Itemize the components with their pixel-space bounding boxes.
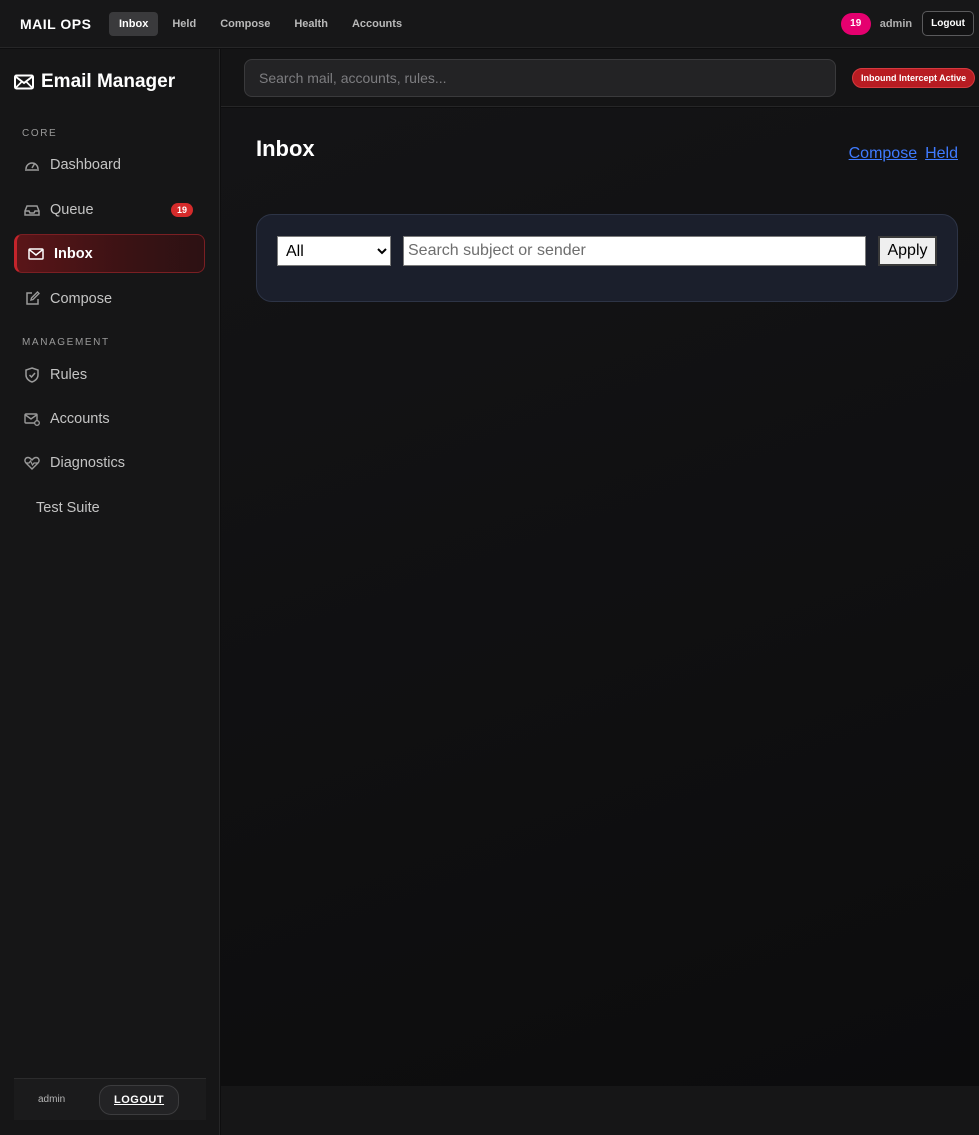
- sidebar-item-label: Compose: [50, 290, 113, 307]
- sidebar-item-label: Accounts: [50, 410, 110, 427]
- top-nav-health[interactable]: Health: [284, 12, 338, 36]
- top-right-controls: 19 admin Logout: [840, 11, 974, 36]
- sidebar-footer: admin LOGOUT: [14, 1078, 206, 1120]
- pencil-square-icon: [24, 291, 40, 307]
- section-core-label: CORE: [22, 128, 58, 139]
- top-nav-inbox[interactable]: Inbox: [109, 11, 159, 36]
- main-content: Inbox Compose Held All Apply: [221, 108, 979, 1086]
- subject-sender-search-input[interactable]: [403, 236, 866, 266]
- top-nav-compose[interactable]: Compose: [210, 12, 280, 36]
- top-nav-held[interactable]: Held: [162, 12, 206, 36]
- sidebar-item-label: Dashboard: [50, 156, 121, 173]
- sidebar-item-label: Queue: [50, 201, 94, 218]
- envelope-icon: [14, 74, 34, 90]
- sidebar-item-label: Inbox: [54, 245, 93, 262]
- envelope-icon: [28, 246, 44, 262]
- top-logout-button[interactable]: Logout: [922, 11, 974, 36]
- held-count-badge[interactable]: 19: [840, 12, 871, 35]
- page-title: Inbox: [256, 136, 315, 161]
- apply-button[interactable]: Apply: [878, 236, 937, 266]
- shield-check-icon: [24, 366, 40, 383]
- sidebar-item-rules[interactable]: Rules: [14, 355, 205, 394]
- sidebar-title-text: Email Manager: [41, 71, 176, 92]
- global-search-input[interactable]: [244, 59, 836, 97]
- top-username: admin: [879, 17, 913, 30]
- sidebar-username: admin: [38, 1094, 66, 1105]
- sidebar: Email Manager CORE Dashboard Queue 19 In…: [0, 49, 220, 1135]
- bottom-strip: [221, 1086, 979, 1135]
- status-filter-select[interactable]: All: [277, 236, 391, 266]
- sidebar-item-dashboard[interactable]: Dashboard: [14, 145, 205, 184]
- filter-card: All Apply: [256, 214, 958, 302]
- inbox-tray-icon: [24, 202, 40, 218]
- intercept-status-badge: Inbound Intercept Active: [852, 68, 976, 88]
- sidebar-item-label: Rules: [50, 366, 88, 383]
- sidebar-item-compose[interactable]: Compose: [14, 279, 205, 318]
- speedometer-icon: [24, 157, 40, 173]
- sidebar-item-accounts[interactable]: Accounts: [14, 399, 205, 438]
- heart-pulse-icon: [24, 455, 40, 471]
- sidebar-item-test-suite[interactable]: Test Suite: [14, 488, 205, 527]
- top-nav-accounts[interactable]: Accounts: [342, 12, 412, 36]
- sidebar-item-label: Test Suite: [36, 499, 100, 516]
- held-link[interactable]: Held: [925, 145, 958, 163]
- envelope-gear-icon: [24, 411, 40, 427]
- top-bar: MAIL OPS Inbox Held Compose Health Accou…: [0, 0, 979, 48]
- queue-count-badge: 19: [170, 202, 193, 217]
- compose-link[interactable]: Compose: [849, 145, 917, 163]
- page-header-links: Compose Held: [849, 145, 958, 163]
- main-header: Inbound Intercept Active: [221, 49, 979, 107]
- sidebar-item-queue[interactable]: Queue 19: [14, 190, 205, 229]
- brand-logo-text: MAIL OPS: [20, 15, 92, 32]
- sidebar-title: Email Manager: [14, 71, 175, 93]
- sidebar-item-inbox[interactable]: Inbox: [14, 234, 205, 273]
- section-management-label: MANAGEMENT: [22, 337, 110, 348]
- top-nav: Inbox Held Compose Health Accounts: [109, 11, 412, 36]
- sidebar-item-label: Diagnostics: [50, 454, 125, 471]
- sidebar-logout-button[interactable]: LOGOUT: [99, 1084, 180, 1115]
- sidebar-item-diagnostics[interactable]: Diagnostics: [14, 443, 205, 482]
